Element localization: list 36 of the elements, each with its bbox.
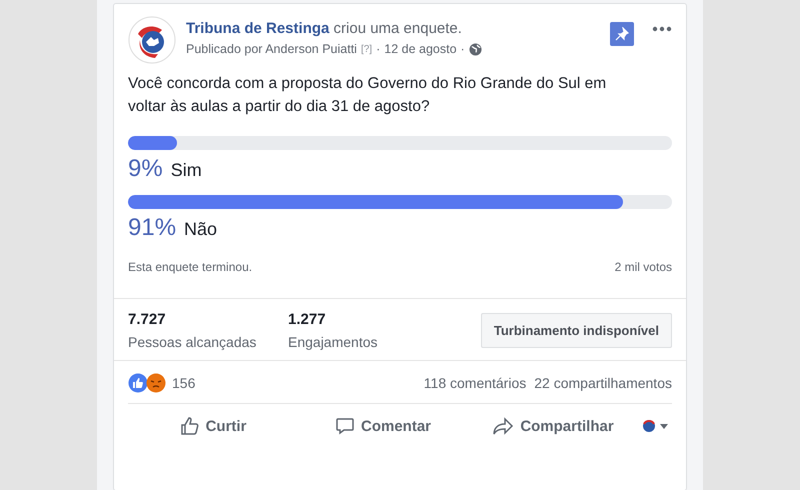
poll-status: Esta enquete terminou. — [128, 260, 252, 274]
poll-option-label: Não — [184, 219, 218, 240]
separator-dot: · — [376, 42, 380, 56]
more-icon — [652, 26, 672, 32]
page-logo-icon — [128, 16, 176, 64]
post-action-button[interactable]: Comentar — [298, 410, 468, 442]
poll-option-label: Sim — [170, 160, 202, 181]
like-reaction-icon — [128, 373, 148, 393]
caret-icon — [660, 424, 668, 428]
post-action-button[interactable]: Compartilhar — [468, 410, 638, 442]
speech-bubble-icon — [334, 416, 355, 436]
vote-count: 2 mil votos — [614, 260, 672, 274]
post-action-button[interactable]: Curtir — [128, 410, 298, 442]
stat-label: Pessoas alcançadas — [128, 334, 258, 350]
stat-value: 7.727 — [128, 311, 167, 328]
thumbs-up-icon — [180, 416, 200, 436]
help-link[interactable]: [?] — [360, 44, 372, 54]
globe-icon — [468, 42, 482, 56]
post-header: Tribuna de Restinga criou uma enquete. — [186, 20, 463, 37]
pin-icon — [615, 27, 629, 41]
stat-value: 1.277 — [288, 311, 327, 328]
share-arrow-icon — [492, 416, 514, 436]
reaction-count[interactable]: 156 — [172, 375, 196, 391]
shares-count-link[interactable]: 22 compartilhamentos — [534, 375, 672, 391]
poll-percent: 9% — [128, 155, 163, 183]
poll-percent: 91% — [128, 214, 176, 242]
publisher-text: Publicado por Anderson Puiatti — [186, 42, 357, 56]
post-date[interactable]: 12 de agosto — [384, 42, 457, 56]
page-name-link[interactable]: Tribuna de Restinga — [186, 20, 330, 37]
separator-dot: · — [460, 42, 465, 56]
poll-question: Você concorda com a proposta do Governo do Rio Grande do Sul em voltar às aulas a partir do dia 31 de agosto? — [127, 74, 608, 117]
page-logo-icon — [642, 419, 656, 433]
pin-button[interactable] — [610, 22, 634, 46]
comments-count-link[interactable]: 118 comentários — [424, 375, 526, 391]
stat-label: Engajamentos — [288, 334, 379, 350]
angry-reaction-icon — [146, 373, 166, 393]
